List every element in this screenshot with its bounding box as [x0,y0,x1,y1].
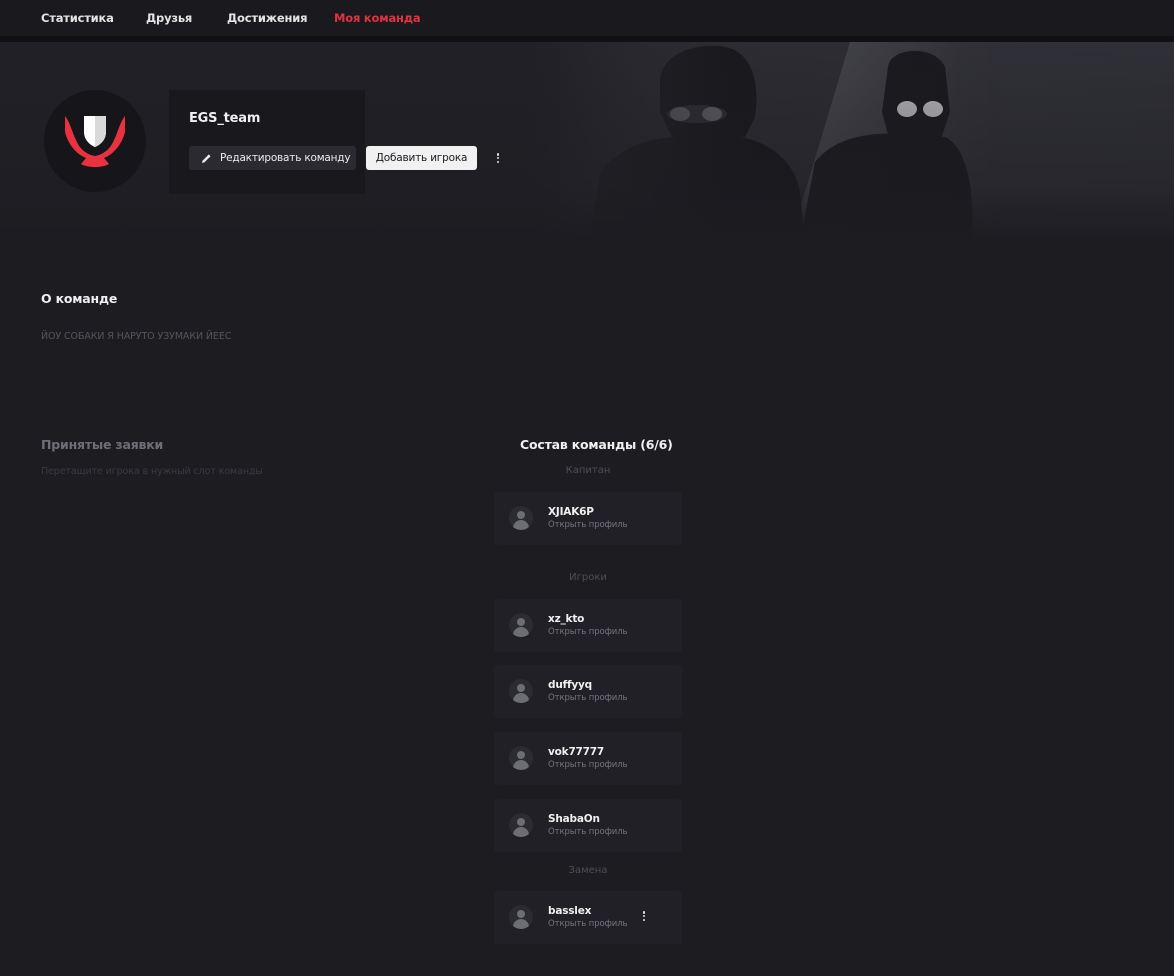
avatar-icon [509,679,533,703]
accepted-requests-hint: Перетащите игрока в нужный слот команды [41,466,263,477]
member-name: vok77777 [548,746,604,758]
open-profile-link[interactable]: Открыть профиль [548,919,628,929]
avatar-icon [509,506,533,530]
member-name: XJIAK6P [548,506,594,518]
about-title: О команде [41,291,118,306]
top-navigation: Статистика Друзья Достижения Моя команда [0,0,1174,42]
open-profile-link[interactable]: Открыть профиль [548,760,628,770]
about-text: ЙОУ СОБАКИ Я НАРУТО УЗУМАКИ ЙЕЕС [41,331,232,342]
tab-my-team[interactable]: Моя команда [334,11,421,25]
member-name: basslex [548,905,592,917]
member-name: duffyyq [548,679,592,691]
avatar-icon [509,813,533,837]
add-player-label: Добавить игрока [375,152,468,164]
avatar-icon [509,746,533,770]
open-profile-link[interactable]: Открыть профиль [548,520,628,530]
substitute-label: Замена [568,865,608,876]
tab-statistics[interactable]: Статистика [41,11,114,25]
member-card-captain[interactable]: XJIAK6P Открыть профиль [494,492,682,545]
shield-logo-icon [65,116,125,167]
open-profile-link[interactable]: Открыть профиль [548,693,628,703]
open-profile-link[interactable]: Открыть профиль [548,627,628,637]
edit-team-button[interactable]: Редактировать команду [189,146,356,170]
avatar-icon [509,905,533,929]
tab-achievements[interactable]: Достижения [227,11,308,25]
member-name: ShabaOn [548,813,600,825]
open-profile-link[interactable]: Открыть профиль [548,827,628,837]
member-name: xz_kto [548,613,585,625]
team-info-panel [169,90,365,194]
team-name: EGS_team [189,111,261,126]
edit-team-label: Редактировать команду [220,152,351,164]
member-more-icon[interactable] [639,910,649,924]
team-more-icon[interactable] [493,152,503,166]
tab-friends[interactable]: Друзья [146,11,192,25]
member-card-player[interactable]: xz_kto Открыть профиль [494,599,682,652]
add-player-button[interactable]: Добавить игрока [366,146,477,170]
member-card-player[interactable]: duffyyq Открыть профиль [494,665,682,718]
roster-title: Состав команды (6/6) [520,437,673,452]
captain-label: Капитан [565,465,611,476]
accepted-requests-title: Принятые заявки [41,437,164,452]
team-logo [44,90,146,192]
pencil-icon [201,153,212,164]
players-label: Игроки [569,572,607,583]
member-card-player[interactable]: ShabaOn Открыть профиль [494,799,682,852]
member-card-substitute[interactable]: basslex Открыть профиль [494,891,682,944]
member-card-player[interactable]: vok77777 Открыть профиль [494,732,682,785]
avatar-icon [509,613,533,637]
